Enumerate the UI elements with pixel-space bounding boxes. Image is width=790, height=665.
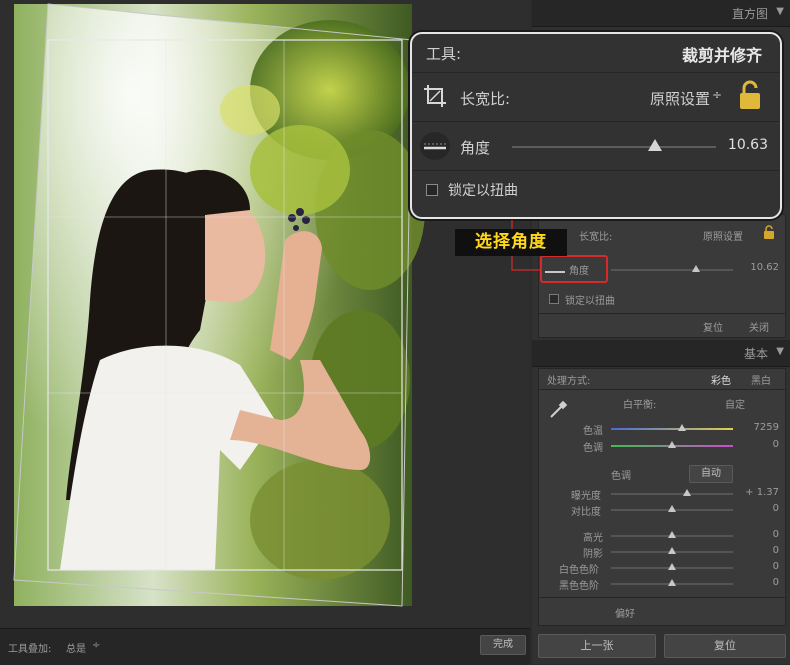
whites-value[interactable]: 0 [773,561,779,572]
basic-header[interactable]: 基本 ▼ [532,340,790,367]
crop-angle-slider[interactable] [611,269,733,271]
exposure-label: 曝光度 [571,491,601,502]
crop-reset-button[interactable]: 复位 [703,319,723,334]
zoom-tool-name: 裁剪并修齐 [681,46,762,65]
zoom-angle-row: 角度 10.63 [412,122,780,171]
collapse-triangle-icon[interactable]: ▼ [776,346,784,357]
contrast-slider-thumb[interactable] [668,505,676,512]
histogram-header-label: 直方图 [731,7,768,21]
dropdown-arrow-icon[interactable]: ÷ [92,640,100,651]
wb-label: 白平衡: [623,400,657,411]
temp-label: 色温 [583,426,603,437]
dropdown-arrow-icon[interactable]: ÷ [712,88,722,102]
blacks-slider-thumb[interactable] [668,579,676,586]
bottom-toolbar: 工具叠加: 总是 ÷ 完成 [0,628,530,665]
treatment-color-option[interactable]: 彩色 [711,372,731,387]
crop-close-button[interactable]: 关闭 [749,319,769,334]
crop-frame-icon[interactable] [422,83,448,109]
crop-lock-warp-checkbox[interactable] [549,294,559,304]
crop-angle-slider-thumb[interactable] [692,265,701,272]
basic-header-label: 基本 [743,347,768,361]
lock-icon[interactable] [738,80,762,110]
tone-label: 色调 [611,471,631,482]
zoom-aspect-row: 长宽比: 原照设置 ÷ [412,73,780,122]
exposure-slider[interactable] [611,493,733,495]
zoom-aspect-label: 长宽比: [460,90,511,108]
crop-divider [539,313,785,314]
crop-lock-warp-label: 锁定以扭曲 [565,296,615,307]
tint-slider-thumb[interactable] [668,441,676,448]
tint-label: 色调 [583,443,603,454]
whites-label: 白色色阶 [559,565,599,576]
treatment-bw-option[interactable]: 黑白 [751,372,771,387]
crop-aspect-dropdown[interactable]: 原照设置 [703,228,743,243]
eyedropper-icon[interactable] [547,399,569,421]
basic-divider [539,389,785,390]
presence-label: 偏好 [615,609,635,620]
highlights-label: 高光 [583,533,603,544]
done-button[interactable]: 完成 [480,635,526,655]
shadows-value[interactable]: 0 [773,545,779,556]
whites-slider-thumb[interactable] [668,563,676,570]
zoom-title-row: 工具: 裁剪并修齐 [412,34,780,73]
zoom-tool-label: 工具: [426,45,462,63]
tool-overlay-label: 工具叠加: [8,644,52,655]
highlights-value[interactable]: 0 [773,529,779,540]
zoom-aspect-dropdown[interactable]: 原照设置 [650,88,710,109]
angle-tool-icon[interactable] [420,132,450,160]
collapse-triangle-icon[interactable]: ▼ [776,6,784,17]
crop-tool-panel: 长宽比: 原照设置 角度 10.62 锁定以扭曲 复位 关闭 [538,214,786,338]
exposure-slider-thumb[interactable] [682,489,691,496]
blacks-value[interactable]: 0 [773,577,779,588]
blacks-label: 黑色色阶 [559,581,599,592]
histogram-header[interactable]: 直方图 ▼ [532,0,790,27]
contrast-label: 对比度 [571,507,601,518]
previous-button[interactable]: 上一张 [538,634,656,658]
tool-overlay-dropdown[interactable]: 总是 [66,640,86,655]
wb-dropdown[interactable]: 自定 [725,396,745,411]
zoom-angle-slider[interactable] [512,146,716,148]
shadows-slider-thumb[interactable] [668,547,676,554]
zoom-angle-label: 角度 [460,139,491,157]
tone-auto-button[interactable]: 自动 [689,465,733,483]
zoom-angle-value[interactable]: 10.63 [728,137,768,153]
callout-label: 选择角度 [455,229,567,256]
temp-slider[interactable] [611,428,733,430]
reset-all-button[interactable]: 复位 [664,634,786,658]
zoom-lock-warp-checkbox[interactable] [426,184,438,196]
contrast-value[interactable]: 0 [773,503,779,514]
temp-slider-thumb[interactable] [677,424,686,431]
exposure-value[interactable]: + 1.37 [745,487,779,498]
temp-value[interactable]: 7259 [754,422,779,433]
zoom-angle-slider-thumb[interactable] [647,139,662,151]
zoom-lock-row: 锁定以扭曲 [412,171,780,211]
tint-value[interactable]: 0 [773,439,779,450]
crop-aspect-label: 长宽比: [579,232,613,243]
crop-angle-value[interactable]: 10.62 [750,262,779,273]
basic-divider [539,597,785,598]
lock-icon[interactable] [763,224,775,239]
zoomed-crop-tool-panel: 工具: 裁剪并修齐 长宽比: 原照设置 ÷ 角度 10.63 锁定以扭曲 [410,32,782,219]
shadows-label: 阴影 [583,549,603,560]
basic-panel: 处理方式: 彩色 黑白 白平衡: 自定 色温 7259 色调 0 色调 自动 曝… [538,368,786,626]
treatment-label: 处理方式: [547,376,591,387]
photo-image [14,4,425,606]
zoom-lock-warp-label: 锁定以扭曲 [448,183,518,199]
highlights-slider-thumb[interactable] [668,531,676,538]
